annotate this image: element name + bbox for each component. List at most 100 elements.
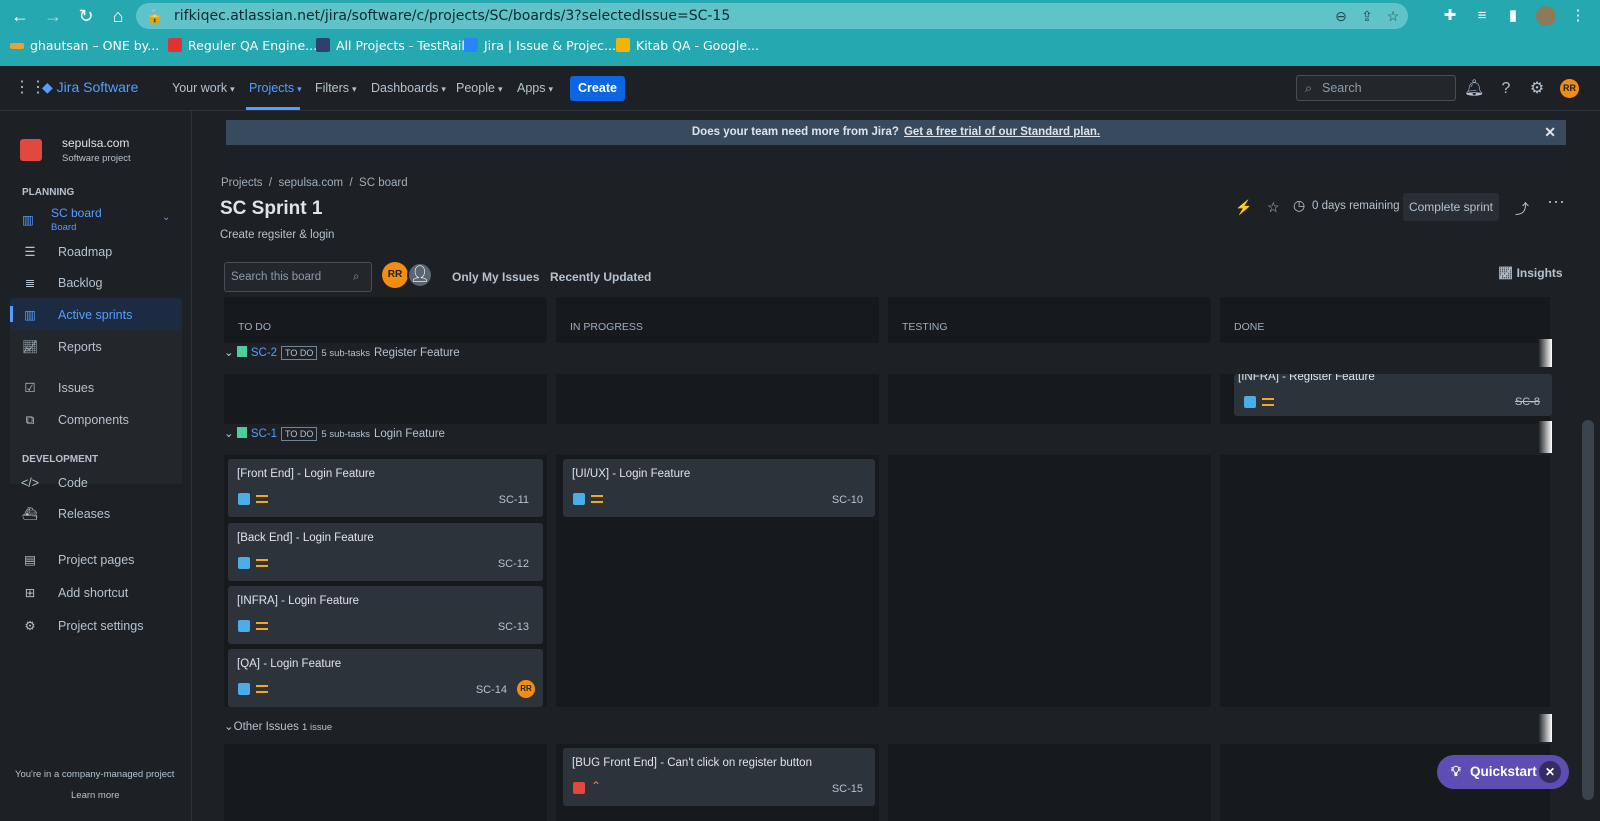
reload-icon[interactable]: ↻	[76, 6, 96, 26]
assignee-avatar[interactable]: RR	[517, 680, 535, 698]
global-search-input[interactable]: ⌕ Search	[1296, 75, 1456, 101]
lane-cell	[888, 455, 1211, 707]
address-bar[interactable]: 🔒 rifkiqec.atlassian.net/jira/software/c…	[136, 3, 1408, 29]
swimlane-header[interactable]: ⌄Other Issues 1 issue	[224, 719, 336, 733]
menu-icon[interactable]: ⋮	[1568, 6, 1588, 26]
nav-projects[interactable]: Projects ▾	[249, 81, 302, 95]
sidebar-item-releases[interactable]: ⛴︎ Releases	[20, 507, 110, 522]
chevron-down-icon[interactable]: ⌄	[162, 212, 170, 223]
complete-sprint-button[interactable]: Complete sprint	[1403, 193, 1499, 221]
avatar-filter-rr[interactable]: RR	[382, 262, 408, 288]
chevron-down-icon: ▾	[548, 84, 554, 94]
board-switcher[interactable]: SC board	[51, 206, 102, 220]
share-icon[interactable]: ⤴	[1515, 199, 1529, 219]
recently-updated-filter[interactable]: Recently Updated	[550, 270, 651, 284]
task-icon	[238, 683, 250, 695]
bookmark-item[interactable]: Jira | Issue & Projec...	[464, 38, 616, 53]
bug-icon	[573, 782, 585, 794]
forward-icon[interactable]: →	[43, 6, 63, 26]
issue-card-sc14[interactable]: [QA] - Login Feature SC-14 RR	[228, 649, 543, 707]
issue-card-sc10[interactable]: [UI/UX] - Login Feature SC-10	[563, 459, 875, 517]
insights-button[interactable]: 📈︎ Insights	[1498, 266, 1563, 280]
bookmark-label: Jira | Issue & Projec...	[484, 38, 616, 53]
close-icon[interactable]: ✕	[1544, 120, 1556, 145]
card-title: [UI/UX] - Login Feature	[572, 468, 691, 480]
insights-label: Insights	[1516, 266, 1563, 280]
swimlane-header[interactable]: ⌄ SC-1 TO DO 5 sub-tasks Login Feature	[224, 426, 445, 441]
unassigned-avatar-icon[interactable]: 👤︎	[407, 262, 433, 288]
breadcrumb[interactable]: Projects / sepulsa.com / SC board	[221, 177, 408, 189]
sidebar-item-project-settings[interactable]: ⚙ Project settings	[20, 618, 143, 633]
issue-key[interactable]: SC-1	[251, 428, 277, 440]
nav-apps[interactable]: Apps ▾	[517, 81, 553, 95]
app-switcher-icon[interactable]: ⋮⋮	[14, 78, 46, 98]
nav-your-work[interactable]: Your work ▾	[172, 81, 235, 95]
star-icon[interactable]: ☆	[1267, 199, 1280, 216]
bookmark-item[interactable]: All Projects - TestRail	[316, 38, 465, 53]
issue-card-sc8[interactable]: [INFRA] - Register Feature SC-8	[1234, 374, 1552, 416]
extensions-icon[interactable]: ✚	[1440, 6, 1460, 26]
sprint-goal: Create regsiter & login	[220, 229, 335, 241]
bookmark-item[interactable]: Reguler QA Engine...	[168, 38, 317, 53]
jira-logo[interactable]: ◆ Jira Software	[42, 79, 138, 96]
close-icon[interactable]: ✕	[1539, 761, 1561, 783]
swimlane-header[interactable]: ⌄ SC-2 TO DO 5 sub-tasks Register Feature	[224, 345, 460, 360]
sidebar-item-label: Active sprints	[58, 308, 133, 322]
url-text: rifkiqec.atlassian.net/jira/software/c/p…	[174, 8, 731, 24]
bookmark-item[interactable]: ghautsan – ONE by...	[10, 38, 159, 53]
issue-card-sc15[interactable]: [BUG Front End] - Can't click on registe…	[563, 748, 875, 806]
browser-chrome: ← → ↻ ⌂ 🔒 rifkiqec.atlassian.net/jira/so…	[0, 0, 1600, 66]
issue-card-sc13[interactable]: [INFRA] - Login Feature SC-13	[228, 586, 543, 644]
sidebar-item-reports[interactable]: 📈︎ Reports	[20, 340, 102, 355]
project-type: Software project	[62, 153, 131, 164]
sidebar-item-active-sprints[interactable]: ▥ Active sprints	[20, 307, 132, 322]
column-todo: TO DO	[224, 297, 547, 343]
nav-people[interactable]: People ▾	[456, 81, 502, 95]
create-button[interactable]: Create	[570, 76, 625, 101]
profile-avatar-icon[interactable]	[1536, 6, 1556, 26]
zoom-icon[interactable]: ⊖	[1332, 7, 1350, 25]
sidebar-item-label: Project pages	[58, 553, 135, 567]
bookmark-star-icon[interactable]: ☆	[1384, 7, 1402, 25]
issue-key[interactable]: SC-2	[251, 347, 277, 359]
priority-medium-icon	[591, 495, 603, 503]
nav-label: People	[456, 81, 495, 95]
sidebar-item-code[interactable]: </> Code	[20, 476, 88, 490]
bookmark-item[interactable]: Kitab QA - Google...	[616, 38, 759, 53]
quickstart-button[interactable]: 💡︎ Quickstart ✕	[1437, 755, 1569, 789]
nav-filters[interactable]: Filters ▾	[315, 81, 357, 95]
backlog-icon: ≣	[24, 276, 36, 290]
sidebar-item-project-pages[interactable]: ▤ Project pages	[20, 552, 134, 567]
user-avatar[interactable]: RR	[1560, 79, 1579, 98]
settings-gear-icon[interactable]: ⚙	[1527, 79, 1547, 99]
issue-card-sc12[interactable]: [Back End] - Login Feature SC-12	[228, 523, 543, 581]
sidebar-item-backlog[interactable]: ≣ Backlog	[20, 275, 103, 290]
more-icon[interactable]: ···	[1547, 191, 1565, 212]
sidebar-item-issues[interactable]: ☑ Issues	[20, 380, 94, 395]
issue-card-sc11[interactable]: [Front End] - Login Feature SC-11	[228, 459, 543, 517]
board-search-input[interactable]: Search this board ⌕	[224, 262, 372, 292]
automation-bolt-icon[interactable]: ⚡	[1235, 199, 1252, 216]
subtask-count: 5 sub-tasks	[321, 429, 370, 440]
lock-icon[interactable]: 🔒	[146, 7, 164, 25]
sidebar-item-add-shortcut[interactable]: ⊞ Add shortcut	[20, 585, 128, 600]
back-icon[interactable]: ←	[10, 6, 30, 26]
home-icon[interactable]: ⌂	[108, 6, 128, 26]
nav-dashboards[interactable]: Dashboards ▾	[371, 81, 446, 95]
trial-link[interactable]: Get a free trial of our Standard plan.	[904, 126, 1100, 138]
sidepanel-icon[interactable]: ▮	[1503, 6, 1523, 26]
learn-more-link[interactable]: Learn more	[71, 790, 120, 801]
sidebar-item-label: Roadmap	[58, 245, 113, 259]
chevron-down-icon: ▾	[352, 84, 357, 94]
priority-medium-icon	[256, 685, 268, 693]
card-title: [Back End] - Login Feature	[237, 532, 374, 544]
share-icon[interactable]: ⇪	[1358, 7, 1376, 25]
priority-medium-icon	[256, 622, 268, 630]
sidebar-item-components[interactable]: ⧉ Components	[20, 413, 129, 428]
notifications-icon[interactable]: 🔔︎	[1464, 79, 1484, 99]
media-icon[interactable]: ≡	[1472, 6, 1492, 26]
help-icon[interactable]: ?	[1496, 79, 1516, 99]
only-my-issues-filter[interactable]: Only My Issues	[452, 270, 539, 284]
sidebar-item-roadmap[interactable]: ☰ Roadmap	[20, 244, 112, 259]
page-scrollbar[interactable]	[1582, 420, 1594, 800]
